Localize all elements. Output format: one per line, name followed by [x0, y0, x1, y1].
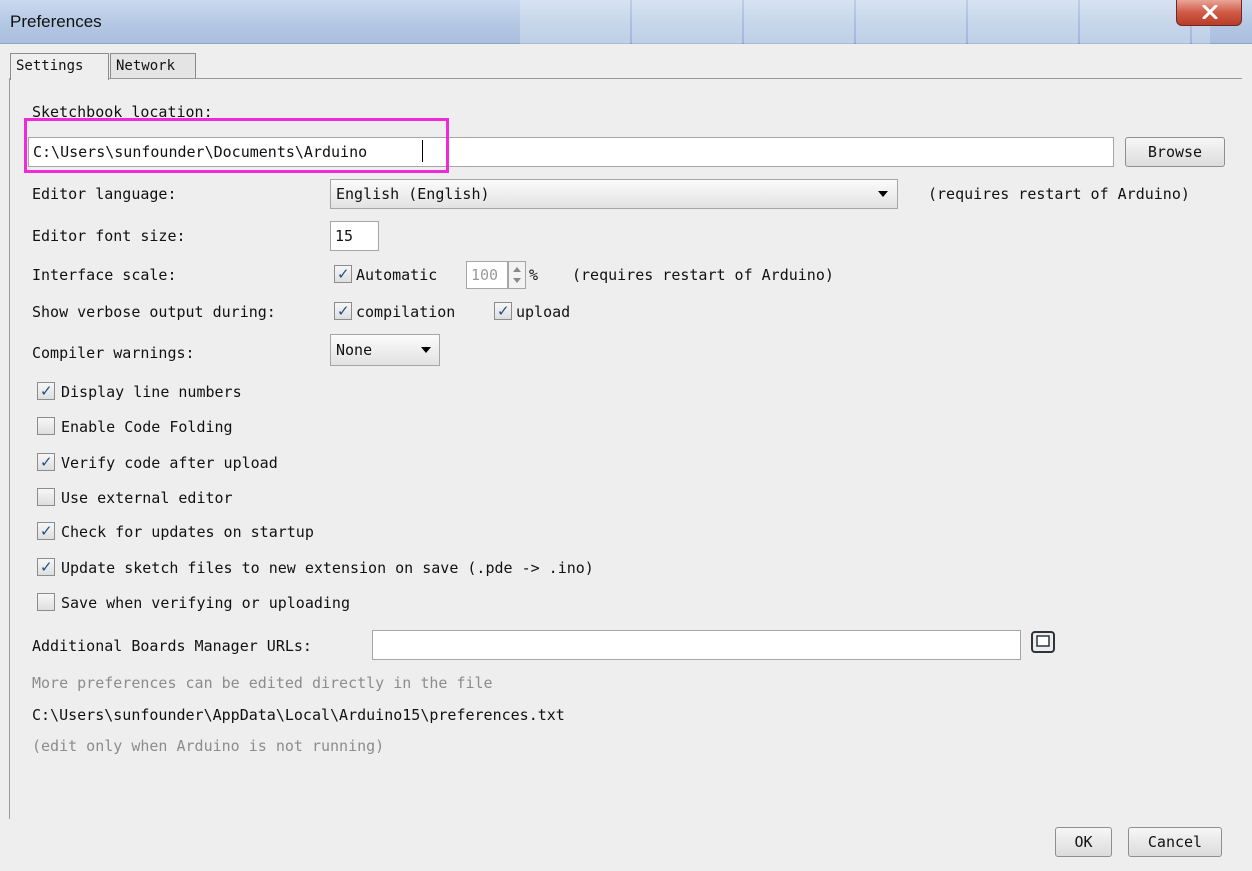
scale-spinner[interactable]: [508, 261, 526, 289]
display-line-numbers-checkbox[interactable]: ✓: [37, 382, 55, 400]
spinner-arrows-icon: [513, 267, 521, 283]
checkmark-icon: ✓: [40, 382, 53, 400]
editor-language-note: (requires restart of Arduino): [928, 185, 1190, 203]
compiler-warnings-label: Compiler warnings:: [32, 344, 195, 362]
cancel-button[interactable]: Cancel: [1128, 827, 1222, 857]
update-sketch-extension-checkbox[interactable]: ✓: [37, 558, 55, 576]
enable-code-folding-label: Enable Code Folding: [61, 418, 233, 436]
display-line-numbers-label: Display line numbers: [61, 383, 242, 401]
open-urls-list-button[interactable]: [1030, 630, 1056, 654]
checkmark-icon: ✓: [40, 522, 53, 540]
interface-scale-input[interactable]: 100: [466, 261, 508, 289]
save-when-verifying-label: Save when verifying or uploading: [61, 594, 350, 612]
editor-font-size-label: Editor font size:: [32, 227, 186, 245]
verify-after-upload-label: Verify code after upload: [61, 454, 278, 472]
checkmark-icon: ✓: [40, 453, 53, 471]
boards-manager-urls-input[interactable]: [372, 630, 1021, 660]
checkmark-icon: ✓: [337, 302, 350, 320]
annotation-highlight-box: [24, 118, 449, 173]
upload-label: upload: [516, 303, 571, 321]
preferences-file-path: C:\Users\sunfounder\AppData\Local\Arduin…: [32, 706, 565, 724]
use-external-editor-checkbox[interactable]: [37, 488, 55, 506]
title-bar: Preferences: [0, 0, 1252, 44]
edit-only-note: (edit only when Arduino is not running): [32, 737, 385, 755]
chevron-down-icon: [421, 347, 431, 353]
tab-settings[interactable]: Settings: [10, 53, 109, 80]
use-external-editor-label: Use external editor: [61, 489, 233, 507]
automatic-scale-checkbox[interactable]: ✓: [334, 265, 352, 283]
tab-network[interactable]: Network: [110, 53, 196, 79]
interface-scale-label: Interface scale:: [32, 266, 177, 284]
close-button[interactable]: [1176, 0, 1242, 26]
upload-checkbox[interactable]: ✓: [494, 302, 512, 320]
checkmark-icon: ✓: [337, 265, 350, 283]
interface-scale-note: (requires restart of Arduino): [572, 266, 834, 284]
compilation-label: compilation: [356, 303, 456, 321]
chevron-down-icon: [878, 191, 888, 197]
ok-button[interactable]: OK: [1055, 827, 1112, 857]
check-updates-label: Check for updates on startup: [61, 523, 314, 541]
editor-language-select[interactable]: English (English): [330, 179, 898, 209]
enable-code-folding-checkbox[interactable]: [37, 417, 55, 435]
window-title: Preferences: [10, 12, 102, 31]
update-sketch-extension-label: Update sketch files to new extension on …: [61, 559, 594, 577]
editor-language-label: Editor language:: [32, 185, 177, 203]
boards-manager-label: Additional Boards Manager URLs:: [32, 637, 312, 655]
save-when-verifying-checkbox[interactable]: [37, 593, 55, 611]
verify-after-upload-checkbox[interactable]: ✓: [37, 453, 55, 471]
interface-scale-unit: %: [529, 266, 539, 284]
checkmark-icon: ✓: [40, 558, 53, 576]
window-list-icon: [1031, 631, 1055, 653]
editor-font-size-input[interactable]: 15: [330, 221, 379, 251]
check-updates-checkbox[interactable]: ✓: [37, 522, 55, 540]
close-x-icon: [1202, 5, 1218, 19]
more-preferences-note: More preferences can be edited directly …: [32, 674, 493, 692]
compilation-checkbox[interactable]: ✓: [334, 302, 352, 320]
browse-button[interactable]: Browse: [1125, 137, 1225, 167]
background-window-ghost: [520, 0, 1210, 44]
verbose-output-label: Show verbose output during:: [32, 303, 276, 321]
automatic-scale-label: Automatic: [356, 266, 438, 284]
compiler-warnings-select[interactable]: None: [330, 334, 440, 366]
checkmark-icon: ✓: [497, 302, 510, 320]
